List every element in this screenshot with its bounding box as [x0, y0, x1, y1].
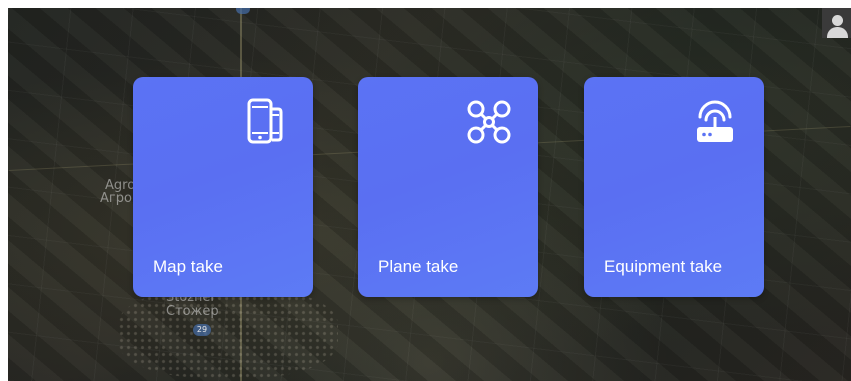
map-label-agro-cyrillic: Агро: [100, 191, 132, 206]
map-label-stozher-cyrillic: Стожер: [166, 304, 219, 319]
plane-take-card[interactable]: Plane take: [358, 77, 538, 297]
user-avatar[interactable]: [822, 8, 851, 38]
avatar-head: [832, 15, 843, 26]
plane-take-label: Plane take: [378, 257, 459, 276]
map-take-label: Map take: [153, 257, 223, 276]
wifi-router-icon: [697, 100, 733, 142]
map-take-card[interactable]: Map take: [133, 77, 313, 297]
equipment-take-card[interactable]: Equipment take: [584, 77, 764, 297]
phone-tablet-icon: [247, 98, 283, 144]
drone-icon: [467, 100, 511, 144]
map-town-area: [118, 288, 338, 378]
map-road-badge: 29: [193, 324, 211, 336]
avatar-body: [827, 27, 848, 38]
equipment-take-label: Equipment take: [604, 257, 723, 276]
map-road-badge-top: [236, 8, 250, 14]
